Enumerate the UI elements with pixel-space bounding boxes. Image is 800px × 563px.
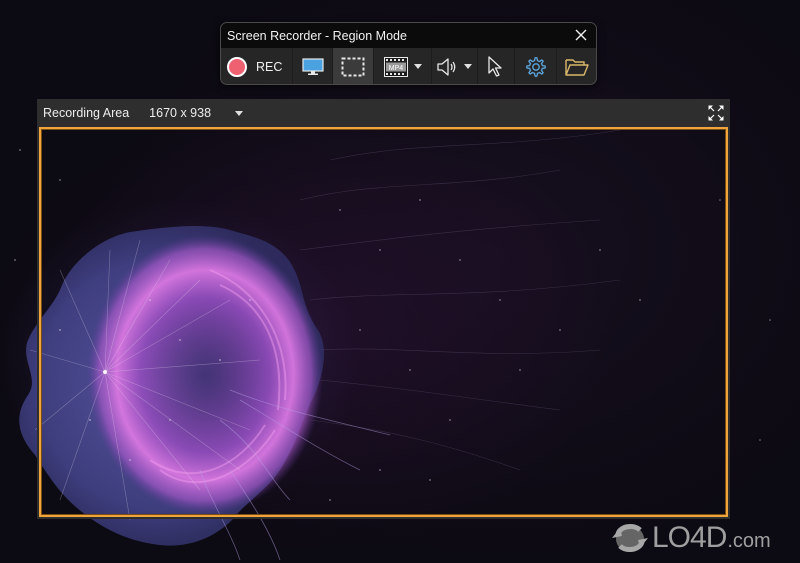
- recording-area-label: Recording Area: [43, 106, 130, 120]
- format-text: MP4: [388, 65, 403, 72]
- cursor-arrow-icon: [488, 55, 502, 77]
- cursor-button[interactable]: [478, 48, 516, 84]
- region-mode-button[interactable]: [333, 48, 375, 84]
- open-folder-button[interactable]: [557, 48, 596, 84]
- gear-icon: [525, 56, 546, 77]
- format-button[interactable]: MP4: [374, 48, 432, 84]
- toolbar-buttons: REC MP4: [221, 48, 596, 84]
- fullscreen-mode-button[interactable]: [293, 48, 334, 84]
- record-icon: [227, 56, 247, 77]
- window-title: Screen Recorder - Region Mode: [227, 28, 407, 43]
- recording-area-header[interactable]: Recording Area 1670 x 938: [37, 99, 730, 127]
- recording-area-panel: Recording Area 1670 x 938: [37, 99, 730, 519]
- dashed-rectangle-icon: [341, 57, 365, 76]
- size-dropdown-button[interactable]: [235, 110, 244, 116]
- close-button[interactable]: [572, 26, 590, 44]
- recording-area-size[interactable]: 1670 x 938: [149, 106, 211, 120]
- chevron-down-icon: [235, 110, 244, 116]
- panel-bottom-edge: [37, 517, 730, 519]
- record-button[interactable]: REC: [221, 48, 293, 84]
- audio-dropdown-arrow[interactable]: [464, 64, 473, 69]
- record-label: REC: [256, 59, 283, 74]
- watermark-brand: LO4D: [652, 521, 727, 554]
- capture-region-frame[interactable]: [39, 127, 728, 517]
- folder-open-icon: [564, 58, 589, 76]
- lo4d-watermark: LO4D .com: [606, 520, 771, 556]
- toolbar-title-bar[interactable]: Screen Recorder - Region Mode: [221, 23, 596, 48]
- lo4d-logo-icon: [612, 524, 648, 552]
- audio-button[interactable]: [432, 48, 478, 84]
- expand-button[interactable]: [707, 104, 725, 122]
- close-icon: [575, 29, 587, 41]
- format-dropdown-arrow[interactable]: [413, 64, 422, 69]
- monitor-icon: [301, 57, 324, 75]
- film-mp4-icon: MP4: [383, 56, 408, 77]
- expand-arrows-icon: [708, 105, 724, 121]
- settings-button[interactable]: [515, 48, 558, 84]
- screen-recorder-toolbar: Screen Recorder - Region Mode REC MP4: [220, 22, 597, 85]
- speaker-icon: [437, 57, 456, 76]
- panel-right-edge: [728, 127, 730, 519]
- watermark-domain: .com: [727, 529, 771, 552]
